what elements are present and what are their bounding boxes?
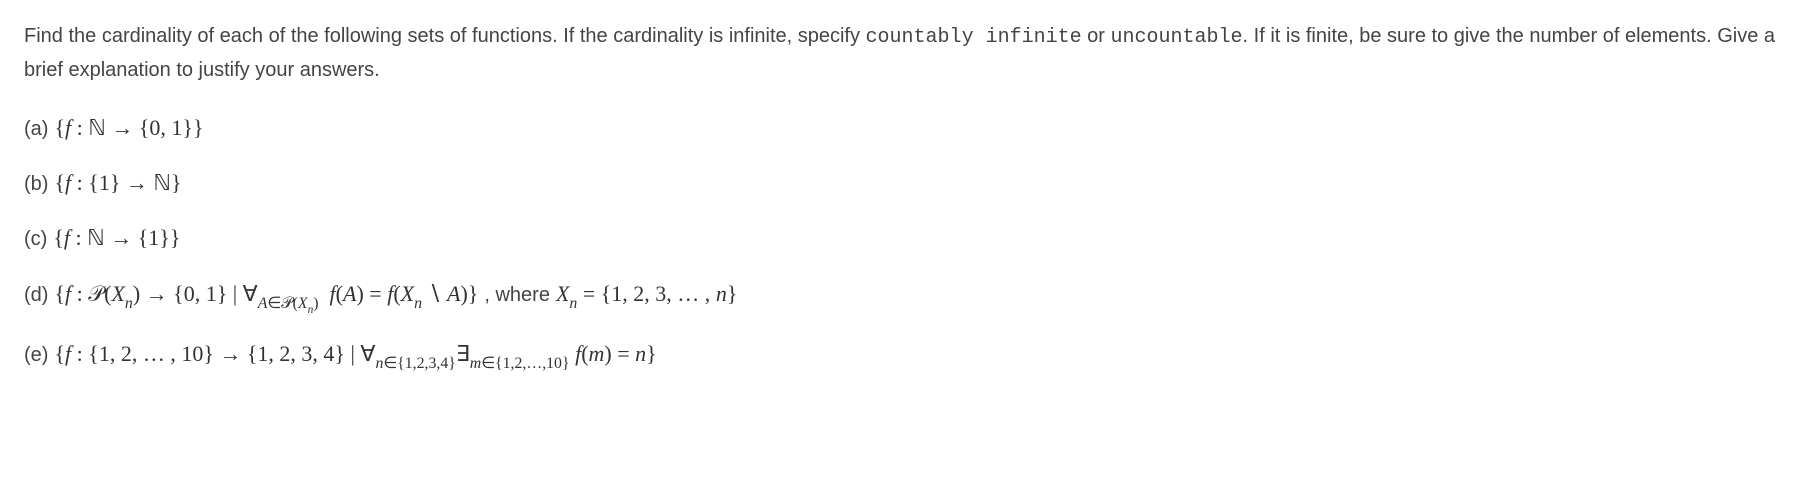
item-math: {f : ℕ → {1}}: [53, 220, 180, 255]
intro-code-1: countably infinite: [866, 26, 1082, 49]
problem-item-d: (d) {f : 𝒫(Xn) → {0, 1} | ∀A∈𝒫(Xn) f(A) …: [24, 276, 1790, 317]
problem-item-b: (b) {f : {1} → ℕ}: [24, 165, 1790, 200]
intro-code-2: uncountable: [1111, 26, 1243, 49]
problem-list: (a) {f : ℕ → {0, 1}} (b) {f : {1} → ℕ} (…: [24, 110, 1790, 375]
item-label: (c): [24, 223, 47, 255]
item-math: {f : ℕ → {0, 1}}: [54, 110, 203, 145]
intro-text-2: or: [1082, 25, 1111, 47]
item-label: (a): [24, 113, 48, 145]
item-math: {f : {1, 2, … , 10} → {1, 2, 3, 4} | ∀n∈…: [54, 336, 656, 375]
item-label: (d): [24, 279, 48, 311]
problem-intro: Find the cardinality of each of the foll…: [24, 20, 1790, 86]
item-label: (e): [24, 339, 48, 371]
item-math: {f : 𝒫(Xn) → {0, 1} | ∀A∈𝒫(Xn) f(A) = f(…: [54, 276, 478, 317]
item-aside-prefix: , where: [484, 279, 550, 311]
problem-item-a: (a) {f : ℕ → {0, 1}}: [24, 110, 1790, 145]
item-aside-math: Xn = {1, 2, 3, … , n}: [556, 276, 737, 315]
item-math: {f : {1} → ℕ}: [54, 165, 181, 200]
problem-item-c: (c) {f : ℕ → {1}}: [24, 220, 1790, 255]
item-label: (b): [24, 168, 48, 200]
intro-text-1: Find the cardinality of each of the foll…: [24, 25, 866, 47]
problem-item-e: (e) {f : {1, 2, … , 10} → {1, 2, 3, 4} |…: [24, 336, 1790, 375]
